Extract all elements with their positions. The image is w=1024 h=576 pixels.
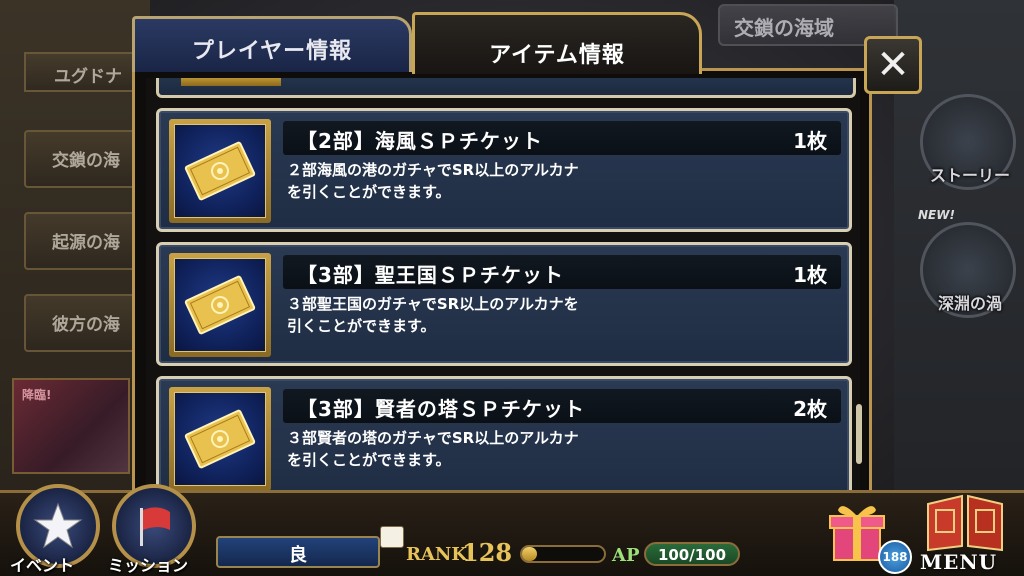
item-description: ２部海風の港のガチャでSR以上のアルカナ を引くことができます。: [287, 161, 579, 201]
item-icon-frame: [169, 387, 271, 491]
left-menu-item-1: 交鎖の海: [24, 130, 144, 188]
story-label: ストーリー: [929, 166, 1010, 185]
item-title-bar: 【3部】聖王国ＳＰチケット 1枚: [283, 255, 841, 289]
item-title-bar: 【3部】賢者の塔ＳＰチケット 2枚: [283, 389, 841, 423]
rank-exp-bar: [520, 545, 606, 563]
item-count: 2枚: [793, 397, 827, 421]
gift-count-badge: 188: [878, 540, 912, 574]
chat-icon[interactable]: [380, 526, 404, 548]
rank-label: RANK: [406, 544, 468, 565]
item-count: 1枚: [793, 263, 827, 287]
new-label: NEW!: [918, 208, 955, 222]
item-description: ３部賢者の塔のガチャでSR以上のアルカナ を引くことができます。: [287, 429, 579, 469]
mission-label: ミッション: [108, 556, 189, 575]
item-name: 【3部】聖王国ＳＰチケット: [297, 263, 564, 287]
abyss-label: 深淵の渦: [937, 294, 1002, 313]
golden-ticket-icon: [174, 258, 266, 352]
left-top-menu-item: ユグドナ: [24, 52, 144, 92]
tab-player-info[interactable]: プレイヤー情報: [132, 16, 412, 72]
tab-item-info[interactable]: アイテム情報: [412, 12, 702, 74]
rank-exp-fill: [522, 547, 537, 561]
item-list[interactable]: 【2部】海風ＳＰチケット 1枚 ２部海風の港のガチャでSR以上のアルカナ を引く…: [146, 78, 860, 498]
list-item[interactable]: 【3部】聖王国ＳＰチケット 1枚 ３部聖王国のガチャでSR以上のアルカナを 引く…: [156, 242, 852, 366]
event-banner: 降臨!: [12, 378, 130, 474]
item-icon-partial: [181, 78, 281, 86]
golden-ticket-icon: [174, 124, 266, 218]
close-button[interactable]: ✕: [864, 36, 922, 94]
golden-ticket-icon: [174, 392, 266, 486]
item-name: 【3部】賢者の塔ＳＰチケット: [297, 397, 585, 421]
menu-label[interactable]: MENU: [920, 550, 997, 574]
item-icon-frame: [169, 119, 271, 223]
menu-book-icon[interactable]: [922, 490, 1008, 552]
rank-value: 128: [462, 538, 513, 567]
list-item[interactable]: 【2部】海風ＳＰチケット 1枚 ２部海風の港のガチャでSR以上のアルカナ を引く…: [156, 108, 852, 232]
item-icon-frame: [169, 253, 271, 357]
star-icon: [33, 502, 83, 549]
left-menu-item-3: 彼方の海: [24, 294, 144, 352]
left-menu-item-2: 起源の海: [24, 212, 144, 270]
flag-icon: [140, 507, 170, 546]
item-name: 【2部】海風ＳＰチケット: [297, 129, 543, 153]
player-name-field[interactable]: 良: [216, 536, 380, 568]
event-label: イベント: [10, 556, 75, 575]
list-item[interactable]: 【3部】賢者の塔ＳＰチケット 2枚 ３部賢者の塔のガチャでSR以上のアルカナ を…: [156, 376, 852, 498]
ap-label: AP: [612, 545, 640, 566]
item-count: 1枚: [793, 129, 827, 153]
list-item-partial: [156, 78, 856, 98]
ap-value: 100/100: [644, 542, 740, 566]
close-icon: ✕: [876, 42, 910, 88]
list-scrollbar[interactable]: [856, 404, 862, 464]
item-description: ３部聖王国のガチャでSR以上のアルカナを 引くことができます。: [287, 295, 579, 335]
item-title-bar: 【2部】海風ＳＰチケット 1枚: [283, 121, 841, 155]
